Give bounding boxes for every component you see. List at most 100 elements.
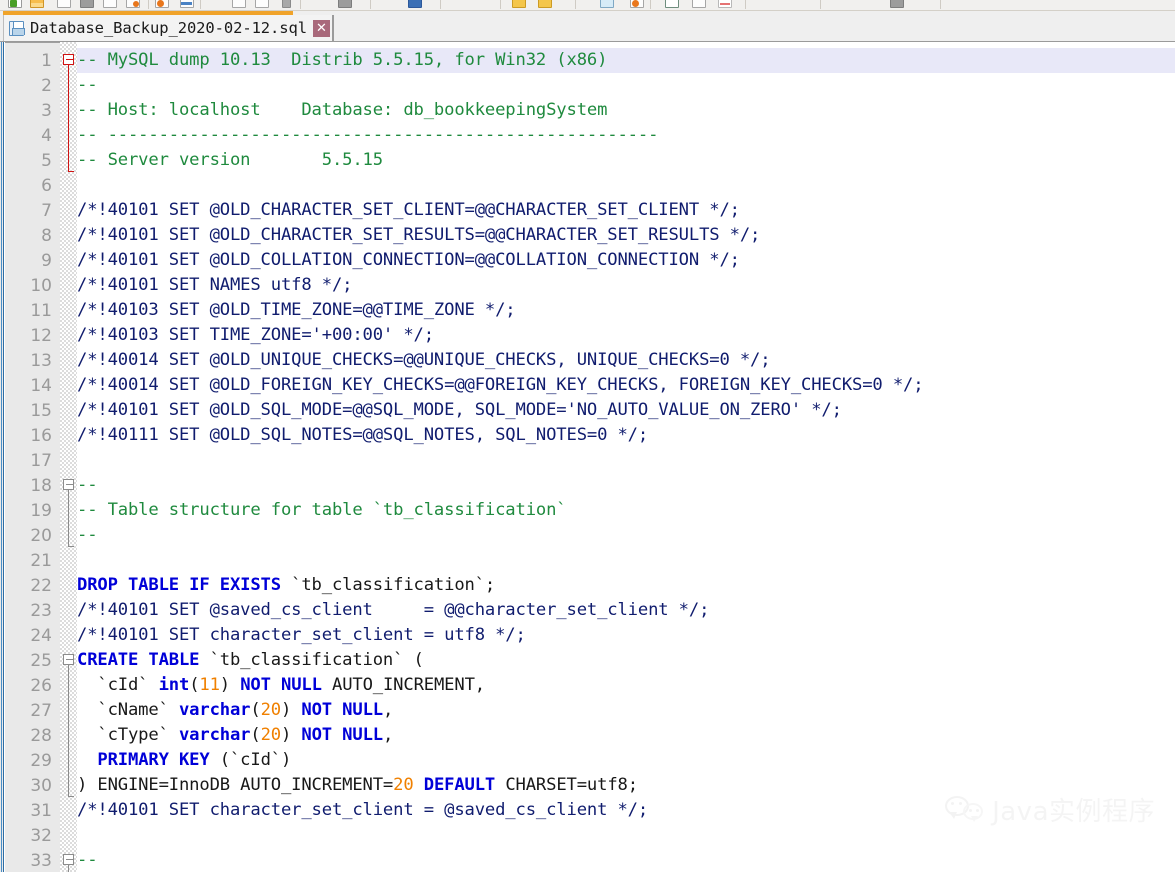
code-token-cmt: -- (77, 75, 98, 95)
line-number: 1 (41, 51, 52, 71)
code-token-id: ( (250, 700, 261, 720)
code-token-dir: /*!40101 SET NAMES utf8 */; (77, 275, 353, 295)
find-icon[interactable] (338, 0, 352, 8)
line-number: 30 (30, 776, 52, 796)
code-line: /*!40101 SET @OLD_CHARACTER_SET_RESULTS=… (77, 223, 760, 248)
line-number: 16 (30, 426, 52, 446)
close-all-icon[interactable] (126, 0, 140, 8)
sync-scroll-icon[interactable] (600, 0, 614, 8)
code-token-cmt: -- -------------------------------------… (77, 125, 659, 145)
close-icon[interactable]: ✕ (312, 19, 330, 37)
code-line: `cId` int(11) NOT NULL AUTO_INCREMENT, (77, 673, 485, 698)
replace-icon[interactable] (408, 0, 422, 8)
zoom-in-icon[interactable] (512, 0, 526, 8)
code-line: `cName` varchar(20) NOT NULL, (77, 698, 393, 723)
toolbar-separator-6 (575, 0, 576, 9)
toolbar-separator-2 (300, 0, 301, 9)
code-token-id: ) ENGINE=InnoDB AUTO_INCREMENT= (77, 775, 394, 795)
fold-margin[interactable] (60, 42, 77, 872)
code-token-dir: /*!40101 SET @OLD_CHARACTER_SET_RESULTS=… (77, 225, 761, 245)
fold-range-end (68, 171, 74, 172)
editor-left-edge (0, 42, 4, 872)
code-editor[interactable]: 1 2 3 4 5 6 7 8 9 10 11 12 13 14 15 16 17 18 19 20 21 22 23 24 2… (0, 42, 1175, 872)
tab-label: Database_Backup_2020-02-12.sql (30, 19, 307, 37)
toolbar-separator-9 (820, 0, 821, 9)
code-token-dir: /*!40101 SET @OLD_COLLATION_CONNECTION=@… (77, 250, 740, 270)
line-number: 23 (30, 601, 52, 621)
fold-toggle-icon[interactable] (63, 654, 74, 665)
toolbar-separator-0 (148, 0, 149, 9)
code-token-kw: NOT NULL (240, 675, 322, 695)
macro-record-icon[interactable] (890, 0, 904, 8)
new-file-icon[interactable] (8, 0, 22, 8)
line-number: 17 (30, 451, 52, 471)
code-token-id: ) (280, 725, 302, 745)
code-token-dir: /*!40103 SET TIME_ZONE='+00:00' */; (77, 325, 434, 345)
toolbar (0, 0, 1175, 11)
code-token-kw: varchar (178, 725, 251, 745)
line-number: 11 (30, 301, 52, 321)
line-number: 9 (41, 251, 52, 271)
fold-range-line (68, 665, 69, 796)
save-icon[interactable] (57, 0, 71, 8)
code-line: -- Host: localhost Database: db_bookkeep… (77, 98, 607, 123)
code-token-dir: /*!40014 SET @OLD_FOREIGN_KEY_CHECKS=@@F… (77, 375, 924, 395)
code-line: /*!40014 SET @OLD_FOREIGN_KEY_CHECKS=@@F… (77, 373, 924, 398)
print-icon[interactable] (155, 0, 169, 8)
line-number: 22 (30, 576, 52, 596)
close-file-icon[interactable] (103, 0, 117, 8)
line-number: 20 (30, 526, 52, 546)
code-token-cmt: -- (77, 475, 98, 495)
code-token-id: ( (189, 675, 200, 695)
code-line: /*!40101 SET @OLD_COLLATION_CONNECTION=@… (77, 248, 740, 273)
zoom-out-icon[interactable] (538, 0, 552, 8)
code-line: /*!40101 SET @saved_cs_client = @@charac… (77, 598, 709, 623)
line-number: 28 (30, 726, 52, 746)
code-token-id: ) (280, 700, 302, 720)
code-token-cmt: -- Table structure for table `tb_classif… (77, 500, 567, 520)
paste-icon[interactable] (232, 0, 246, 8)
code-token-dir: /*!40101 SET @OLD_SQL_MODE=@@SQL_MODE, S… (77, 400, 842, 420)
code-line: /*!40101 SET character_set_client = utf8… (77, 623, 526, 648)
editor-window: Database_Backup_2020-02-12.sql ✕ 1234567… (0, 0, 1175, 872)
fold-toggle-icon[interactable] (63, 479, 74, 490)
copy-icon[interactable] (212, 0, 226, 8)
user-lang-icon[interactable] (718, 0, 732, 8)
code-line: -- (77, 523, 98, 548)
fold-toggle-icon[interactable] (63, 54, 74, 65)
code-token-kw: int (158, 675, 190, 695)
show-all-chars-icon[interactable] (665, 0, 679, 8)
code-token-dir: /*!40103 SET @OLD_TIME_ZONE=@@TIME_ZONE … (77, 300, 516, 320)
redo-icon[interactable] (282, 0, 291, 8)
code-token-id: ( (250, 725, 261, 745)
toolbar-separator-7 (650, 0, 651, 9)
toolbar-separator-1 (200, 0, 201, 9)
code-token-num: 20 (393, 775, 414, 795)
line-number: 5 (41, 151, 52, 171)
code-token-id: , (382, 700, 394, 720)
cut-icon[interactable] (180, 0, 194, 8)
fold-toggle-icon[interactable] (63, 854, 74, 865)
code-area[interactable]: -- MySQL dump 10.13 Distrib 5.5.15, for … (77, 42, 1175, 872)
line-number: 2 (41, 76, 52, 96)
code-token-id (414, 775, 424, 795)
line-number: 32 (30, 826, 52, 846)
code-token-id: `tb_classification`; (280, 575, 496, 595)
toolbar-separator-4 (440, 0, 441, 9)
code-token-cmt: -- MySQL dump 10.13 Distrib 5.5.15, for … (77, 50, 608, 70)
tab-database-backup[interactable]: Database_Backup_2020-02-12.sql ✕ (3, 15, 334, 41)
line-number: 21 (30, 551, 52, 571)
code-token-id (77, 750, 97, 770)
code-token-cmt: -- (77, 525, 98, 545)
line-number: 18 (30, 476, 52, 496)
indent-guide-icon[interactable] (692, 0, 706, 8)
undo-icon[interactable] (255, 0, 269, 8)
open-folder-icon[interactable] (30, 0, 44, 8)
code-token-kw: NOT NULL (301, 700, 383, 720)
line-number: 33 (30, 851, 52, 871)
code-token-num: 20 (260, 725, 282, 745)
line-number: 31 (30, 801, 52, 821)
save-all-icon[interactable] (80, 0, 94, 8)
code-token-kw: DEFAULT (423, 775, 496, 795)
word-wrap-icon[interactable] (630, 0, 644, 8)
